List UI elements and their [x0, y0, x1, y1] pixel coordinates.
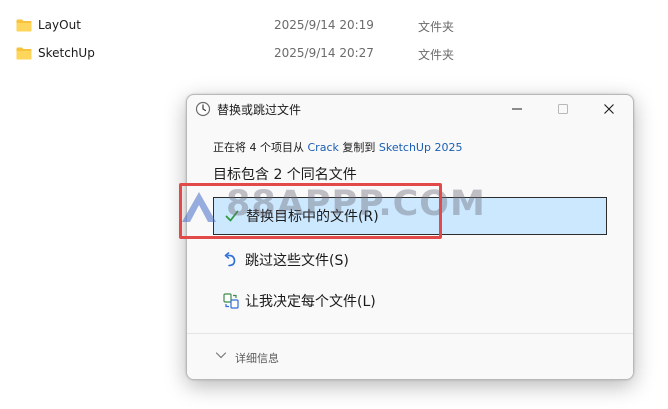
minimize-icon [512, 108, 522, 110]
replace-files-option[interactable]: 替换目标中的文件(R) [213, 197, 607, 235]
file-type: 文件夹 [418, 48, 455, 62]
chevron-down-icon [215, 352, 227, 359]
file-type: 文件夹 [418, 20, 455, 34]
skip-arrow-icon [224, 252, 236, 267]
decide-each-file-option[interactable]: 让我决定每个文件(L) [213, 282, 607, 320]
dialog-title: 替换或跳过文件 [217, 103, 302, 117]
option-label: 替换目标中的文件(R) [246, 209, 379, 225]
dialog-titlebar[interactable]: 替换或跳过文件 [187, 95, 633, 123]
file-row-sketchup[interactable]: SketchUp 2025/9/14 20:27 文件夹 [0, 40, 668, 68]
file-date: 2025/9/14 20:19 [274, 18, 374, 32]
minimize-button[interactable] [494, 95, 540, 123]
copy-middle: 复制到 [338, 141, 379, 154]
details-toggle[interactable]: 详细信息 [187, 333, 633, 379]
file-row-layout[interactable]: LayOut 2025/9/14 20:19 文件夹 [0, 12, 668, 40]
folder-icon [16, 47, 32, 60]
clock-icon [195, 101, 211, 117]
option-label: 跳过这些文件(S) [245, 253, 349, 269]
close-button[interactable] [586, 95, 632, 123]
folder-icon [16, 19, 32, 32]
source-folder-link[interactable]: Crack [308, 141, 339, 154]
file-name: SketchUp [38, 46, 95, 60]
skip-files-option[interactable]: 跳过这些文件(S) [213, 241, 607, 279]
file-name: LayOut [38, 18, 81, 32]
option-label: 让我决定每个文件(L) [245, 294, 376, 310]
maximize-icon [558, 104, 568, 114]
replace-or-skip-dialog: 替换或跳过文件 正在将 4 个项目从 Crack 复制到 SketchUp 20… [186, 94, 634, 380]
file-date: 2025/9/14 20:27 [274, 46, 374, 60]
destination-folder-link[interactable]: SketchUp 2025 [379, 141, 463, 154]
copy-progress-text: 正在将 4 个项目从 Crack 复制到 SketchUp 2025 [213, 139, 462, 155]
checkmark-icon [225, 210, 239, 222]
close-icon [604, 104, 614, 114]
copy-prefix: 正在将 4 个项目从 [213, 141, 308, 154]
maximize-button [540, 95, 586, 123]
details-label: 详细信息 [235, 352, 279, 365]
decide-files-icon [223, 293, 239, 309]
dialog-heading: 目标包含 2 个同名文件 [213, 167, 357, 183]
